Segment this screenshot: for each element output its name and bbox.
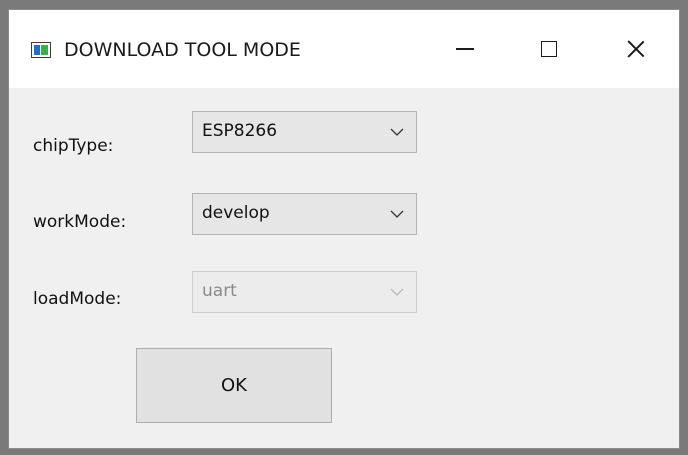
load-mode-value: uart [202,281,237,301]
load-mode-label: loadMode: [33,289,122,309]
work-mode-label: workMode: [33,212,127,232]
window-title: DOWNLOAD TOOL MODE [64,39,301,61]
maximize-icon [541,41,557,57]
app-window-icon [31,42,51,58]
chip-type-select[interactable]: ESP8266 [192,111,417,153]
chip-type-label: chipType: [33,136,114,156]
chevron-down-icon [390,288,404,296]
download-tool-mode-window: DOWNLOAD TOOL MODE chipType: ESP8266 wor… [8,9,680,449]
work-mode-select[interactable]: develop [192,193,417,235]
chevron-down-icon [390,128,404,136]
work-mode-value: develop [202,203,270,223]
title-bar[interactable]: DOWNLOAD TOOL MODE [9,10,679,88]
minimize-button[interactable] [421,10,507,88]
ok-button[interactable]: OK [136,348,332,423]
close-icon [627,40,645,58]
load-mode-select: uart [192,271,417,313]
chevron-down-icon [390,210,404,218]
app-icon-left-pane [34,45,40,55]
chip-type-value: ESP8266 [202,121,278,141]
maximize-button[interactable] [507,10,593,88]
close-button[interactable] [593,10,679,88]
app-icon-right-pane [41,45,48,55]
minimize-icon [456,48,474,50]
